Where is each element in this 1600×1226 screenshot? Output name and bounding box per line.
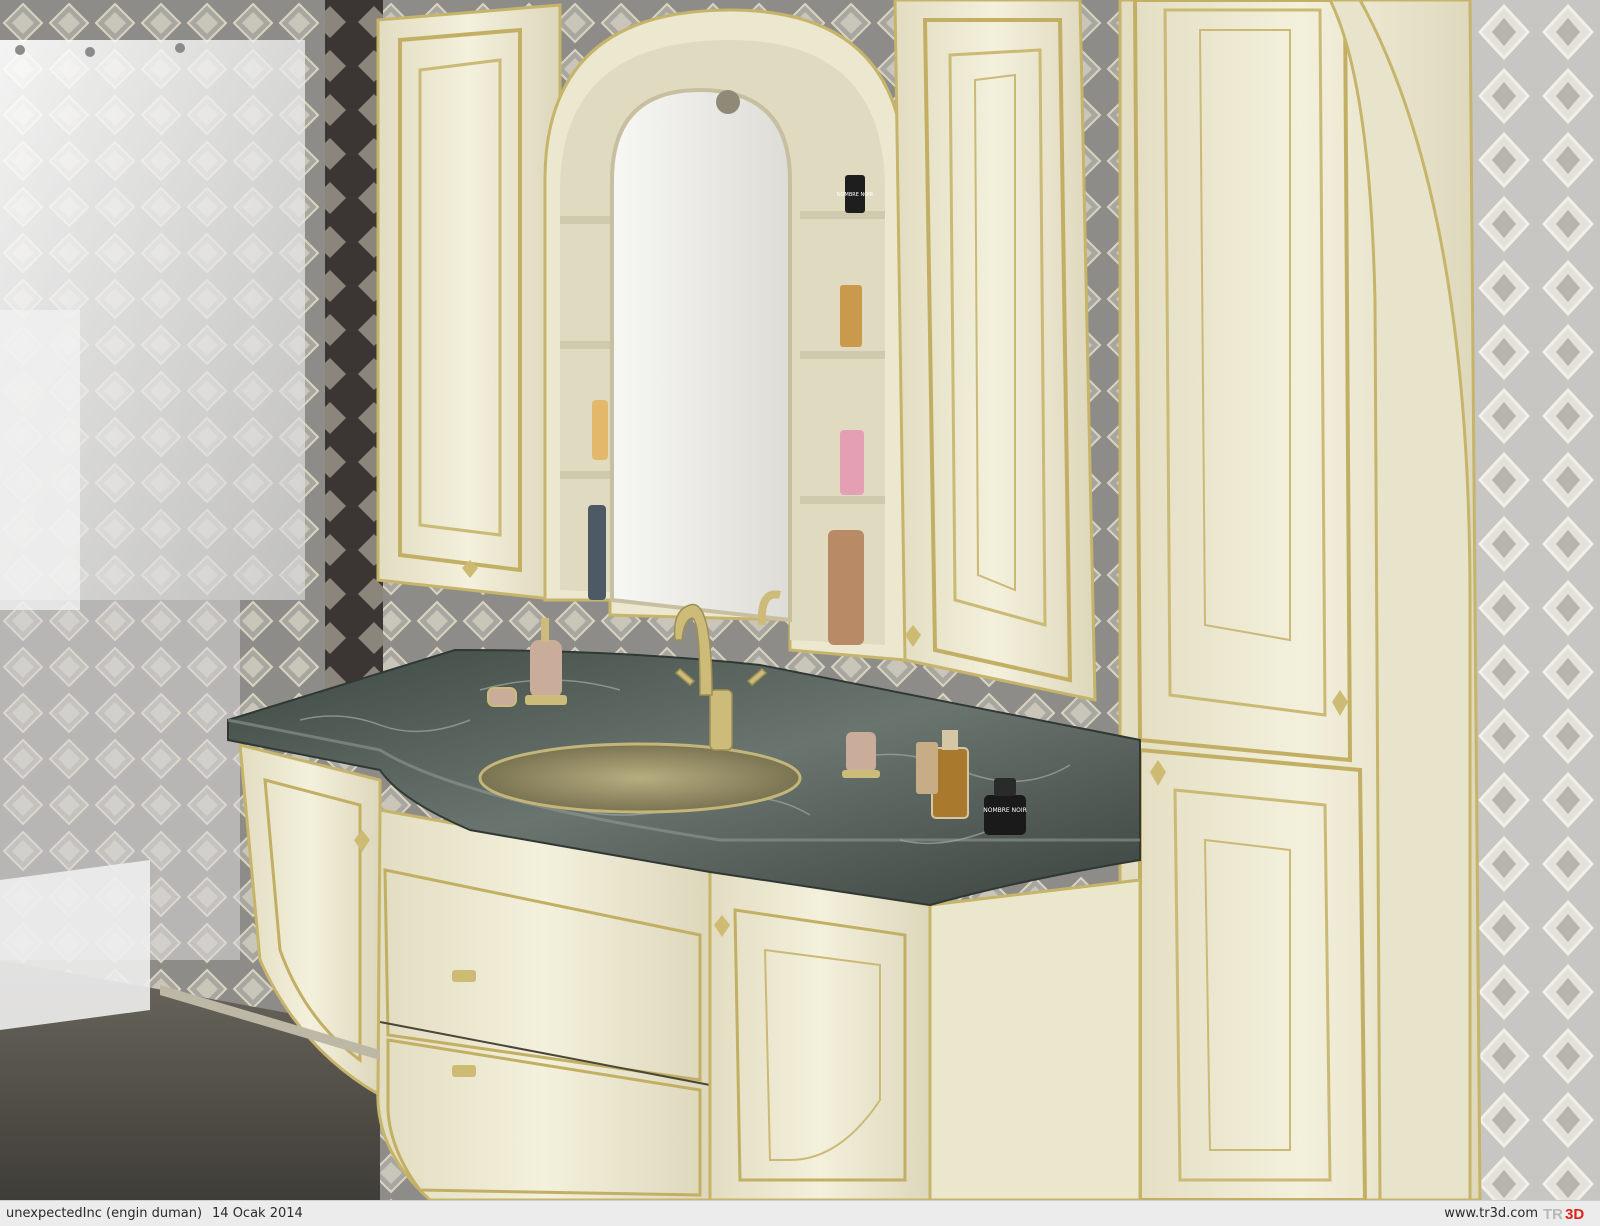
site-url-link[interactable]: www.tr3d.com — [1444, 1206, 1538, 1221]
drawer-handle — [452, 970, 476, 982]
bathroom-render-illustration: NOMBRE NOIR NOMBRE NOIR — [0, 0, 1600, 1200]
shelf-bottle — [588, 505, 606, 600]
tall-cabinet — [1118, 0, 1482, 1200]
mosaic-strip — [325, 0, 383, 700]
publish-date: 14 Ocak 2014 — [212, 1206, 303, 1221]
author-name: unexpectedInc (engin duman) — [6, 1206, 203, 1221]
sink-basin — [478, 742, 802, 814]
image-footer: unexpectedInc (engin duman) 14 Ocak 2014 … — [0, 1200, 1600, 1226]
perfume-bottle-small — [916, 742, 938, 794]
arched-shelf-unit: NOMBRE NOIR — [543, 8, 907, 662]
svg-text:3D: 3D — [1565, 1206, 1584, 1223]
upper-cabinet-left — [376, 3, 562, 602]
vanity-side — [928, 878, 1142, 1200]
perfume-counter-label: NOMBRE NOIR — [983, 807, 1027, 814]
shelf-perfume-label: NOMBRE NOIR — [837, 192, 874, 198]
shelf-bottle — [828, 530, 864, 645]
drawer-handle — [452, 1065, 476, 1077]
shelf-bottle — [840, 285, 862, 347]
shelf-bottle — [592, 400, 608, 460]
shelf-bottle — [840, 430, 864, 495]
drawer-unit — [376, 808, 712, 1200]
author-credit: unexpectedInc (engin duman) 14 Ocak 2014 — [6, 1206, 303, 1221]
tumbler — [842, 732, 880, 778]
svg-text:TR: TR — [1543, 1206, 1563, 1223]
vanity-door — [708, 868, 932, 1200]
soap-dish — [487, 687, 517, 707]
bath-step — [0, 860, 150, 1030]
upper-cabinet-right — [893, 0, 1097, 702]
mirror-light — [716, 90, 740, 114]
mirror — [610, 87, 792, 623]
bathroom-render: NOMBRE NOIR NOMBRE NOIR — [0, 0, 1600, 1200]
right-wall-tiles — [1470, 0, 1600, 1200]
tr3d-logo[interactable]: TR 3D — [1542, 1204, 1594, 1223]
